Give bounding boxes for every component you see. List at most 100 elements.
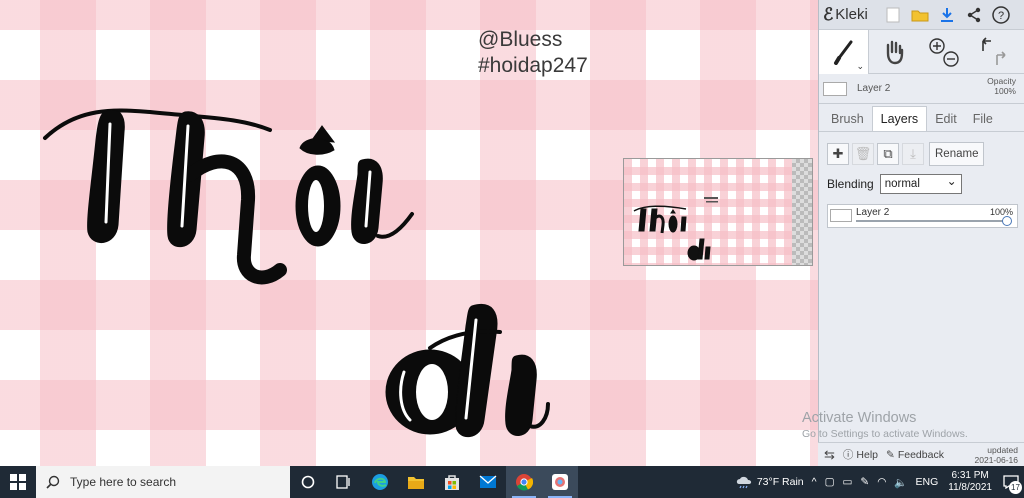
taskbar-app-store[interactable] <box>434 466 470 498</box>
brush-tool[interactable]: ⌄ <box>819 30 869 74</box>
svg-text:?: ? <box>998 10 1004 22</box>
folder-icon <box>408 477 424 489</box>
weather-text: 73°F Rain <box>756 476 804 488</box>
taskbar-clock[interactable]: 6:31 PM 11/8/2021 <box>948 470 992 494</box>
start-button[interactable] <box>0 466 36 498</box>
opacity-value: 100% <box>994 86 1016 96</box>
add-layer-button[interactable]: ✚ <box>827 143 849 165</box>
merge-down-button[interactable]: ⤓ <box>902 143 924 165</box>
tab-brush[interactable]: Brush <box>823 107 872 131</box>
input-language[interactable]: ENG <box>915 476 938 488</box>
task-view-icon <box>336 475 350 489</box>
wifi-icon[interactable]: ◠ <box>877 476 886 488</box>
updated-label: updated <box>987 444 1018 455</box>
hand-tool[interactable] <box>869 30 919 74</box>
tool-panel: ℰ Kleki ? ⌄ Layer 2 Opacity 100% Brush L… <box>818 0 1024 466</box>
opacity-label: Opacity <box>987 76 1016 86</box>
blending-select[interactable]: normal <box>879 172 962 194</box>
layer-actions: ✚ 🗑 ⧉ ⤓ Rename <box>819 132 1024 172</box>
action-center-button[interactable]: 17 <box>998 466 1024 498</box>
weather-widget[interactable]: 73°F Rain <box>735 475 804 489</box>
swap-layout-button[interactable]: ⇆ <box>824 447 835 463</box>
meet-now-icon[interactable]: ▢ <box>825 476 835 488</box>
layer-opacity-slider[interactable] <box>856 216 1012 226</box>
kleki-logo-icon: ℰ <box>823 4 834 24</box>
redo-icon <box>996 51 1006 65</box>
blending-label: Blending <box>827 177 874 191</box>
tab-edit[interactable]: Edit <box>927 107 965 131</box>
taskbar-search-box[interactable]: Type here to search <box>36 466 290 498</box>
open-folder-icon[interactable] <box>909 4 931 26</box>
taskbar-app-chrome[interactable] <box>506 466 542 498</box>
volume-icon[interactable]: 🔈 <box>894 476 907 489</box>
app-name: Kleki <box>835 6 868 23</box>
layer-list-item[interactable]: Layer 2 100% <box>827 204 1018 228</box>
clock-time: 6:31 PM <box>951 470 989 481</box>
activate-windows-watermark: Activate Windows Go to Settings to activ… <box>802 410 1022 440</box>
brush-options-chevron-icon[interactable]: ⌄ <box>856 61 864 72</box>
new-file-icon[interactable] <box>882 4 904 26</box>
kleki-app-icon <box>552 474 568 490</box>
panel-topbar: ℰ Kleki ? <box>819 0 1024 30</box>
feedback-icon: ✎ <box>886 448 895 461</box>
download-icon[interactable] <box>936 4 958 26</box>
layer-item-name: Layer 2 <box>856 207 890 218</box>
help-icon[interactable]: ? <box>990 4 1012 26</box>
mail-icon <box>479 475 497 488</box>
preview-artwork <box>633 197 718 261</box>
share-icon[interactable] <box>963 4 985 26</box>
app-brand[interactable]: ℰ Kleki <box>823 5 868 25</box>
plus-icon: ✚ <box>832 146 844 161</box>
feedback-label: Feedback <box>897 448 944 461</box>
taskbar-app-file-explorer[interactable] <box>398 466 434 498</box>
letter-i2-stem <box>505 354 537 436</box>
activate-title: Activate Windows <box>802 410 917 426</box>
duplicate-layer-button[interactable]: ⧉ <box>877 143 899 165</box>
layer-opacity-slider-handle[interactable] <box>1002 216 1012 226</box>
swap-arrows-icon: ⇆ <box>824 446 835 462</box>
taskbar-app-edge[interactable] <box>362 466 398 498</box>
taskbar-app-kleki[interactable] <box>542 466 578 498</box>
letter-t-crossbar <box>43 108 272 140</box>
search-icon <box>46 475 60 489</box>
transparent-area <box>792 159 812 265</box>
clock-date: 11/8/2021 <box>948 482 992 493</box>
store-bag-icon <box>445 475 459 490</box>
chrome-icon <box>516 474 533 491</box>
zoom-out-icon <box>943 51 959 67</box>
windows-taskbar: Type here to search 73°F Rain ^ ▢ ▭ ✎ ◠ … <box>0 466 1024 498</box>
tab-layers[interactable]: Layers <box>871 106 928 131</box>
cortana-circle-icon <box>301 475 315 489</box>
merge-down-icon: ⤓ <box>910 146 916 161</box>
zoom-tools <box>919 30 969 74</box>
tool-row: ⌄ <box>819 30 1024 74</box>
battery-icon[interactable]: ▭ <box>843 476 853 488</box>
taskbar-app-mail[interactable] <box>470 466 506 498</box>
version-info: updated 2021-06-16 <box>975 445 1024 465</box>
current-layer-info: Layer 2 Opacity 100% <box>819 74 1024 104</box>
trash-icon: 🗑 <box>854 146 872 161</box>
blending-row: Blending normal <box>819 172 1024 196</box>
pen-workspace-icon[interactable]: ✎ <box>860 476 869 488</box>
help-label: Help <box>856 448 879 461</box>
updated-date: 2021-06-16 <box>974 454 1018 465</box>
task-view-button[interactable] <box>326 466 362 498</box>
search-placeholder: Type here to search <box>70 475 177 489</box>
brush-icon <box>833 40 852 65</box>
rename-layer-button[interactable]: Rename <box>929 142 985 166</box>
current-layer-name: Layer 2 <box>857 83 891 94</box>
show-hidden-icons-chevron-icon[interactable]: ^ <box>812 476 817 488</box>
cortana-button[interactable] <box>290 466 326 498</box>
rain-cloud-icon <box>736 476 751 489</box>
tab-file[interactable]: File <box>965 107 1001 131</box>
current-layer-thumbnail <box>823 81 847 96</box>
delete-layer-button[interactable]: 🗑 <box>852 143 874 165</box>
feedback-button[interactable]: ✎ Feedback <box>886 449 944 461</box>
system-tray: 73°F Rain ^ ▢ ▭ ✎ ◠ 🔈 ENG 6:31 PM 11/8/2… <box>731 466 1024 498</box>
help-button[interactable]: ⓘ Help <box>843 447 878 462</box>
undo-icon <box>982 37 991 51</box>
layer-thumbnail <box>830 209 852 222</box>
canvas-preview-navigator[interactable] <box>623 158 813 266</box>
windows-logo-icon <box>10 474 26 490</box>
help-circle-icon: ⓘ <box>842 449 854 461</box>
